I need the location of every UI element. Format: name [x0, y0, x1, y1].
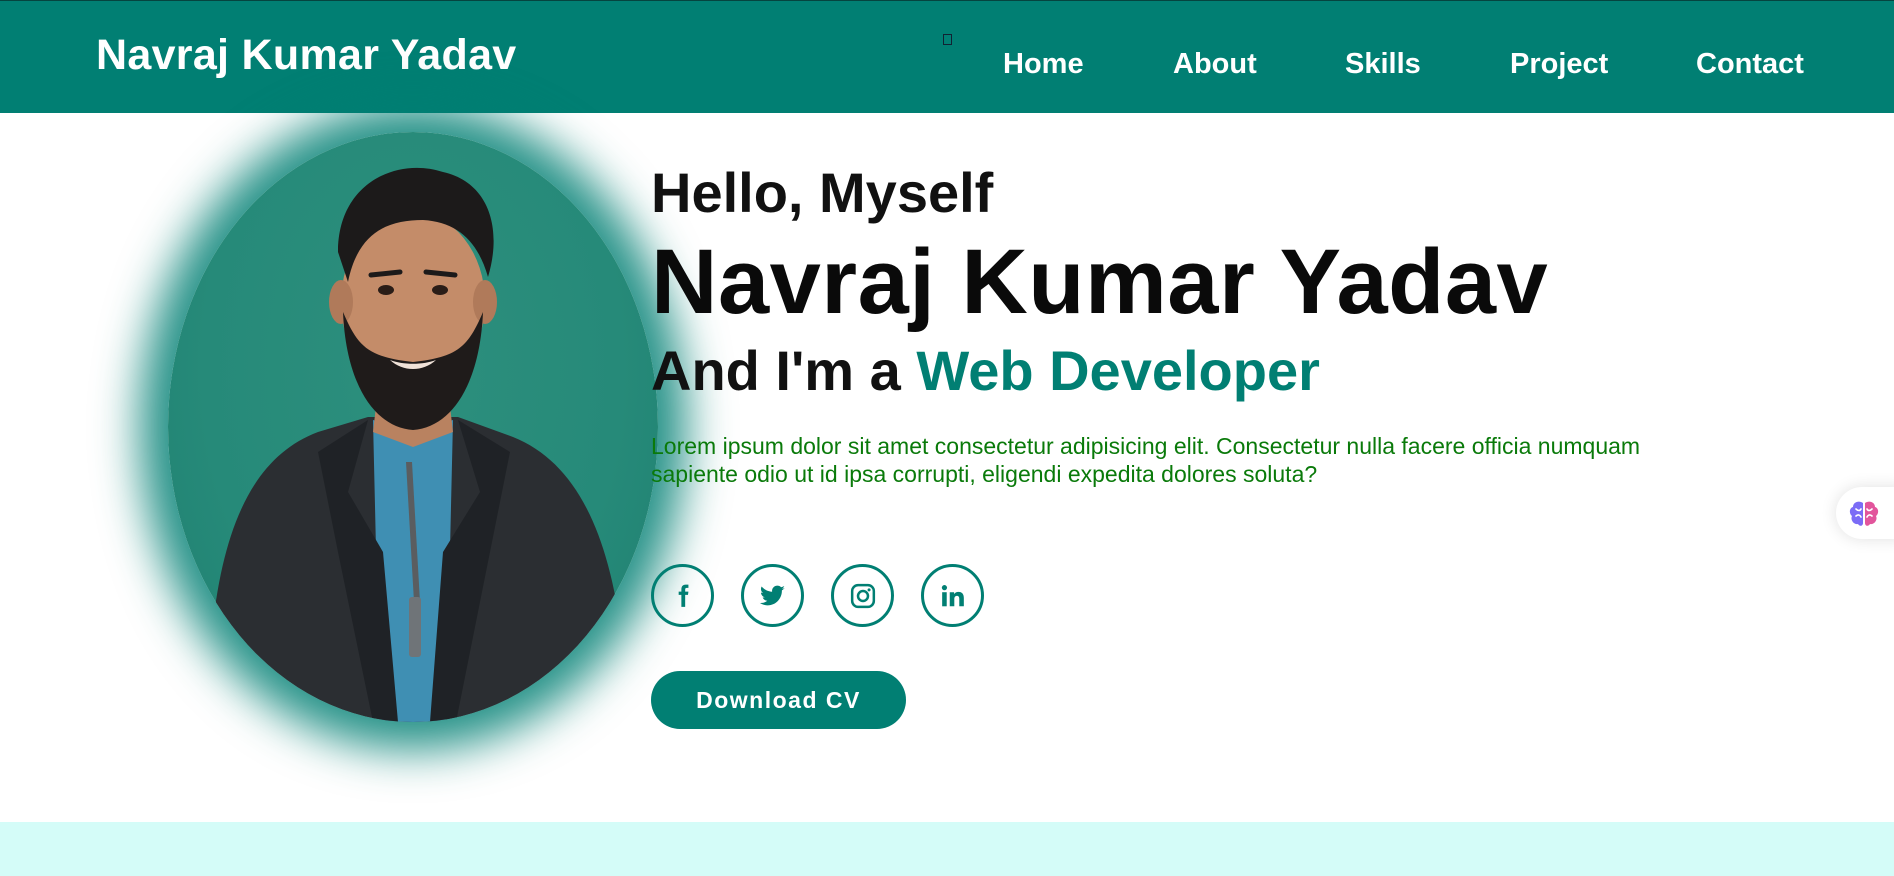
- hero-role: And I'm a Web Developer: [651, 338, 1320, 403]
- nav-link-skills[interactable]: Skills: [1345, 48, 1421, 81]
- nav-link-about[interactable]: About: [1173, 48, 1257, 81]
- profile-photo-illustration: [198, 167, 628, 722]
- twitter-icon: [759, 585, 785, 605]
- nav-links: Home About Skills Project Contact: [0, 48, 1894, 88]
- hero-role-prefix: And I'm a: [651, 339, 901, 402]
- nav-link-contact[interactable]: Contact: [1696, 48, 1804, 81]
- hero-greeting: Hello, Myself: [651, 161, 994, 224]
- download-cv-button[interactable]: Download CV: [651, 671, 906, 729]
- linkedin-link[interactable]: [921, 564, 984, 627]
- floating-widget[interactable]: [1836, 487, 1894, 539]
- nav-link-project[interactable]: Project: [1510, 48, 1608, 81]
- instagram-icon: [850, 583, 875, 608]
- hero-role-highlight: Web Developer: [916, 339, 1320, 402]
- hero-description: Lorem ipsum dolor sit amet consectetur a…: [651, 433, 1641, 487]
- linkedin-icon: [941, 584, 964, 606]
- hero-name: Navraj Kumar Yadav: [651, 231, 1549, 333]
- profile-photo: [168, 132, 658, 722]
- brain-icon: [1849, 501, 1879, 526]
- nav-link-home[interactable]: Home: [1003, 48, 1084, 81]
- twitter-link[interactable]: [741, 564, 804, 627]
- facebook-icon: [678, 584, 688, 607]
- facebook-link[interactable]: [651, 564, 714, 627]
- instagram-link[interactable]: [831, 564, 894, 627]
- missing-glyph-icon: [943, 34, 952, 45]
- next-section-band: [0, 822, 1894, 876]
- navbar: Navraj Kumar Yadav Home About Skills Pro…: [0, 0, 1894, 113]
- social-links: [651, 564, 1011, 627]
